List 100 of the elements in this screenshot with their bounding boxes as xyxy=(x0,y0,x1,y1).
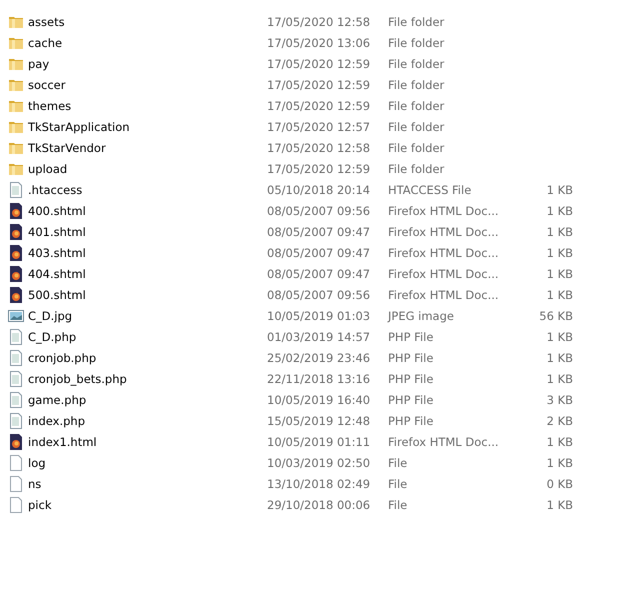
file-name[interactable]: .htaccess xyxy=(28,182,267,196)
date-modified: 10/05/2019 16:40 xyxy=(267,392,372,406)
file-name[interactable]: cronjob.php xyxy=(28,350,267,364)
file-size: 1 KB xyxy=(546,246,573,260)
date-modified: 17/05/2020 12:58 xyxy=(267,14,372,28)
date-modified: 15/05/2019 12:48 xyxy=(267,414,372,428)
document-icon xyxy=(8,182,24,198)
file-type: File folder xyxy=(388,120,446,134)
date-modified: 17/05/2020 12:59 xyxy=(267,162,372,176)
date-modified: 05/10/2018 20:14 xyxy=(267,182,372,196)
file-type: File xyxy=(388,498,408,512)
file-size: 0 KB xyxy=(546,476,573,490)
file-name[interactable]: 403.shtml xyxy=(28,246,267,260)
browser-document-icon xyxy=(8,434,24,450)
file-type: PHP File xyxy=(388,414,434,428)
file-type: File xyxy=(388,476,408,490)
file-size: 1 KB xyxy=(546,350,573,364)
date-modified: 22/11/2018 13:16 xyxy=(267,372,372,386)
document-icon xyxy=(8,350,24,366)
document-icon xyxy=(8,328,24,344)
blank-file-icon xyxy=(8,496,24,512)
file-name[interactable]: upload xyxy=(28,162,267,176)
file-size: 1 KB xyxy=(546,266,573,280)
blank-file-icon xyxy=(8,476,24,492)
file-name[interactable]: TkStarVendor xyxy=(28,140,267,154)
date-modified: 17/05/2020 12:58 xyxy=(267,140,372,154)
date-modified: 08/05/2007 09:47 xyxy=(267,224,372,238)
browser-document-icon xyxy=(8,244,24,260)
file-size: 3 KB xyxy=(546,392,573,406)
date-modified: 17/05/2020 12:59 xyxy=(267,98,372,112)
file-size: 1 KB xyxy=(546,288,573,302)
date-modified: 17/05/2020 12:59 xyxy=(267,56,372,70)
file-type: File folder xyxy=(388,56,446,70)
document-icon xyxy=(8,412,24,428)
browser-document-icon xyxy=(8,266,24,282)
date-modified: 08/05/2007 09:56 xyxy=(267,204,372,218)
file-name[interactable]: index1.html xyxy=(28,434,267,448)
file-type: PHP File xyxy=(388,330,434,344)
file-type: Firefox HTML Doc... xyxy=(388,246,500,260)
file-name[interactable]: cache xyxy=(28,36,267,50)
file-name[interactable]: C_D.php xyxy=(28,330,267,344)
file-name[interactable]: pay xyxy=(28,56,267,70)
document-icon xyxy=(8,392,24,408)
file-size: 1 KB xyxy=(546,182,573,196)
file-type: Firefox HTML Doc... xyxy=(388,224,500,238)
file-name[interactable]: themes xyxy=(28,98,267,112)
file-type: File folder xyxy=(388,98,446,112)
browser-document-icon xyxy=(8,224,24,240)
file-type: Firefox HTML Doc... xyxy=(388,266,500,280)
blank-file-icon xyxy=(8,454,24,470)
file-name[interactable]: log xyxy=(28,456,267,470)
date-modified: 13/10/2018 02:49 xyxy=(267,476,372,490)
file-size: 1 KB xyxy=(546,498,573,512)
date-modified: 01/03/2019 14:57 xyxy=(267,330,372,344)
date-modified: 08/05/2007 09:56 xyxy=(267,288,372,302)
date-modified: 08/05/2007 09:47 xyxy=(267,246,372,260)
file-size: 2 KB xyxy=(546,414,573,428)
file-name[interactable]: index.php xyxy=(28,414,267,428)
date-modified: 10/05/2019 01:11 xyxy=(267,434,372,448)
file-name[interactable]: assets xyxy=(28,14,267,28)
file-name[interactable]: TkStarApplication xyxy=(28,120,267,134)
file-type: File xyxy=(388,456,408,470)
date-modified: 25/02/2019 23:46 xyxy=(267,350,372,364)
file-type: PHP File xyxy=(388,392,434,406)
file-size: 1 KB xyxy=(546,434,573,448)
file-name[interactable]: ns xyxy=(28,476,267,490)
date-modified: 08/05/2007 09:47 xyxy=(267,266,372,280)
file-name[interactable]: 404.shtml xyxy=(28,266,267,280)
file-type: File folder xyxy=(388,140,446,154)
file-name[interactable]: soccer xyxy=(28,78,267,92)
file-type: PHP File xyxy=(388,372,434,386)
date-modified: 17/05/2020 13:06 xyxy=(267,36,372,50)
browser-document-icon xyxy=(8,286,24,302)
file-size: 1 KB xyxy=(546,204,573,218)
browser-document-icon xyxy=(8,202,24,218)
file-name[interactable]: 401.shtml xyxy=(28,224,267,238)
file-name[interactable]: pick xyxy=(28,498,267,512)
file-type: JPEG image xyxy=(388,308,455,322)
file-type: File folder xyxy=(388,162,446,176)
file-type: Firefox HTML Doc... xyxy=(388,434,500,448)
file-type: Firefox HTML Doc... xyxy=(388,288,500,302)
file-type: PHP File xyxy=(388,350,434,364)
file-name[interactable]: C_D.jpg xyxy=(28,308,267,322)
file-size: 1 KB xyxy=(546,330,573,344)
file-type: File folder xyxy=(388,36,446,50)
date-modified: 29/10/2018 00:06 xyxy=(267,498,372,512)
file-name[interactable]: 400.shtml xyxy=(28,204,267,218)
date-modified: 17/05/2020 12:59 xyxy=(267,78,372,92)
file-name[interactable]: cronjob_bets.php xyxy=(28,372,267,386)
file-size: 1 KB xyxy=(546,224,573,238)
file-name[interactable]: game.php xyxy=(28,392,267,406)
file-type: HTACCESS File xyxy=(388,182,472,196)
file-type: File folder xyxy=(388,78,446,92)
file-type: Firefox HTML Doc... xyxy=(388,204,500,218)
file-name[interactable]: 500.shtml xyxy=(28,288,267,302)
date-modified: 10/05/2019 01:03 xyxy=(267,308,372,322)
document-icon xyxy=(8,370,24,386)
file-size: 1 KB xyxy=(546,372,573,386)
image-icon xyxy=(8,308,24,324)
date-modified: 17/05/2020 12:57 xyxy=(267,120,372,134)
